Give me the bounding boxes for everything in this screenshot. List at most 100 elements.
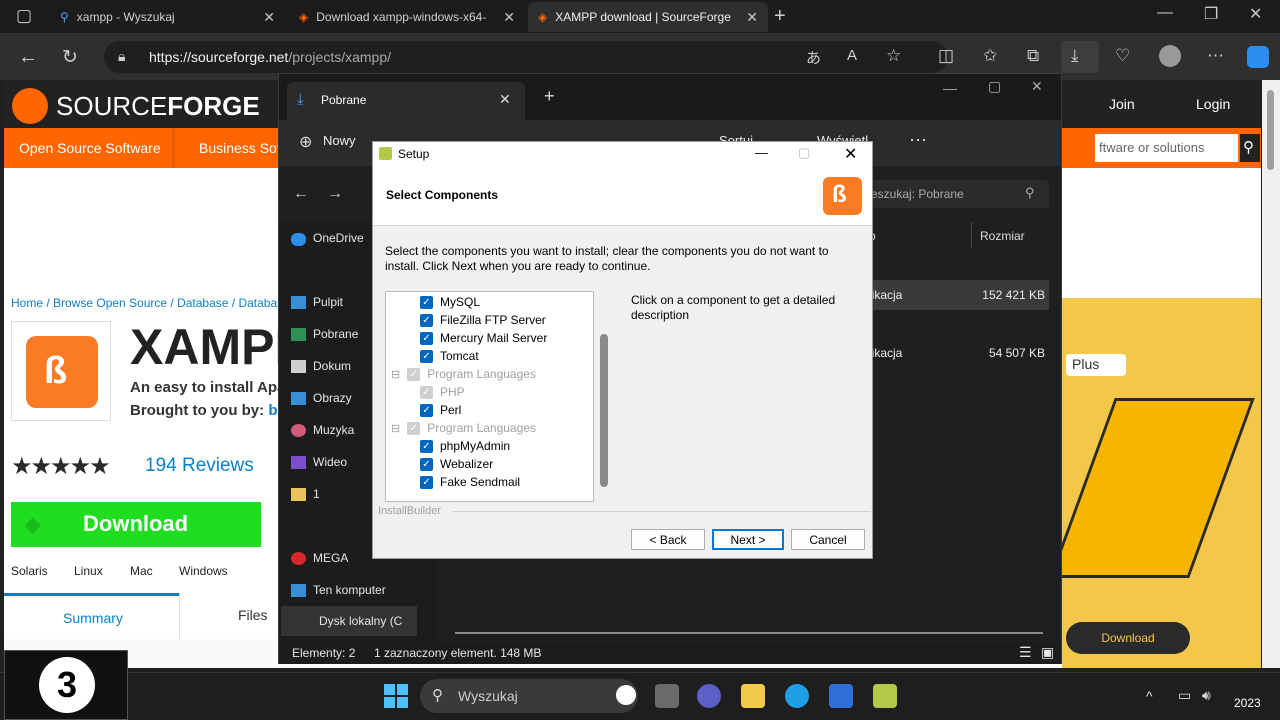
os-windows[interactable]: Windows: [179, 564, 228, 578]
component-checkbox[interactable]: ✓: [420, 349, 433, 363]
more-icon[interactable]: ⋯: [1207, 46, 1224, 66]
component-item[interactable]: ✓ Webalizer: [420, 455, 493, 473]
back-button[interactable]: < Back: [631, 529, 705, 550]
clock-year[interactable]: 2023: [1234, 696, 1261, 710]
maximize-icon[interactable]: ▢: [988, 78, 1001, 95]
browser-tab-3[interactable]: ◈ XAMPP download | SourceForge ✕: [528, 2, 768, 32]
collapse-icon[interactable]: ⊟: [391, 422, 400, 435]
component-item[interactable]: ⊟ ✓ Program Languages: [391, 419, 536, 437]
browser-tab-1[interactable]: ⚲ xampp - Wyszukaj ✕: [50, 2, 285, 32]
component-checkbox[interactable]: ✓: [420, 313, 433, 327]
component-item[interactable]: ✓ PHP: [420, 383, 465, 401]
download-button[interactable]: ◈ Download: [11, 502, 261, 547]
sidebar-item-muzyka[interactable]: Muzyka: [313, 423, 354, 437]
maximize-icon[interactable]: ❐: [1204, 4, 1218, 24]
download-icon[interactable]: ⤓: [1071, 46, 1079, 66]
reviews-link[interactable]: 194 Reviews: [145, 455, 254, 477]
sidebar-item-wideo[interactable]: Wideo: [313, 455, 347, 469]
teams-icon[interactable]: [697, 684, 721, 708]
task-view-icon[interactable]: [655, 684, 679, 708]
next-button[interactable]: Next >: [712, 529, 784, 550]
minimize-icon[interactable]: —: [755, 145, 768, 160]
volume-icon[interactable]: 🔊︎: [1202, 687, 1211, 704]
sourceforge-logo-text[interactable]: SOURCEFORGE: [56, 91, 260, 122]
browser-tab-2[interactable]: ◈ Download xampp-windows-x64- ✕: [289, 2, 525, 32]
refresh-icon[interactable]: ↻: [62, 46, 78, 69]
minimize-icon[interactable]: —: [943, 80, 957, 96]
explorer-tab-pobrane[interactable]: ⤓ Pobrane ✕: [287, 82, 525, 120]
minimize-icon[interactable]: —: [1157, 4, 1173, 22]
sidebar-item-onedrive[interactable]: OneDrive: [313, 231, 364, 245]
copilot-icon[interactable]: [1247, 46, 1269, 68]
component-checkbox[interactable]: ✓: [420, 403, 433, 417]
sidebar-item-ten-komputer[interactable]: Ten komputer: [313, 583, 386, 597]
store-icon[interactable]: [829, 684, 853, 708]
login-link[interactable]: Login: [1196, 96, 1230, 112]
advertisement[interactable]: Plus Download: [1062, 298, 1261, 668]
back-icon[interactable]: ←: [293, 185, 309, 203]
close-window-icon[interactable]: ✕: [1249, 4, 1262, 24]
component-item[interactable]: ✓ phpMyAdmin: [420, 437, 510, 455]
read-aloud-icon[interactable]: A: [847, 47, 857, 64]
sidebar-item-mega[interactable]: MEGA: [313, 551, 348, 565]
back-icon[interactable]: ←: [18, 46, 38, 69]
component-item[interactable]: ✓ Tomcat: [420, 347, 479, 365]
os-mac[interactable]: Mac: [130, 564, 153, 578]
url-text[interactable]: https://sourceforge.net/projects/xampp/: [149, 49, 391, 65]
sidebar-item-obrazy[interactable]: Obrazy: [313, 391, 352, 405]
tab-files[interactable]: Files: [179, 593, 284, 639]
component-item[interactable]: ⊟ ✓ Program Languages: [391, 365, 536, 383]
favorite-star-icon[interactable]: ☆: [886, 46, 901, 66]
page-scrollbar[interactable]: [1262, 80, 1280, 668]
sidebar-item-pobrane[interactable]: Pobrane: [313, 327, 358, 341]
tiles-view-icon[interactable]: ▣: [1041, 644, 1054, 661]
horizontal-scrollbar[interactable]: [455, 632, 1043, 634]
collapse-icon[interactable]: ⊟: [391, 368, 400, 381]
component-item[interactable]: ✓ Fake Sendmail: [420, 473, 520, 491]
new-tab-icon[interactable]: +: [774, 5, 786, 28]
sidebar-item-pulpit[interactable]: Pulpit: [313, 295, 343, 309]
component-checkbox[interactable]: ✓: [420, 457, 433, 471]
xampp-setup-taskbar-icon[interactable]: [873, 684, 897, 708]
heartbeat-icon[interactable]: ♡: [1115, 46, 1130, 66]
sourceforge-logo-icon[interactable]: [12, 88, 48, 124]
file-row-2[interactable]: likacja 54 507 KB: [863, 338, 1049, 368]
component-item[interactable]: ✓ Perl: [420, 401, 461, 419]
nav-open-source-software[interactable]: Open Source Software: [19, 140, 161, 156]
split-screen-icon[interactable]: ◫: [938, 46, 954, 66]
downloads-button[interactable]: [1061, 41, 1099, 73]
network-icon[interactable]: ▭: [1178, 687, 1191, 704]
chevron-up-icon[interactable]: ^: [1146, 688, 1153, 704]
os-solaris[interactable]: Solaris: [11, 564, 48, 578]
file-explorer-icon[interactable]: [741, 684, 765, 708]
component-item[interactable]: ✓ FileZilla FTP Server: [420, 311, 546, 329]
explorer-search-input[interactable]: eszukaj: Pobrane ⚲: [863, 180, 1049, 208]
sidebar-item-dokumenty[interactable]: Dokum: [313, 359, 351, 373]
new-icon[interactable]: ⊕: [299, 132, 312, 152]
close-icon[interactable]: ✕: [499, 91, 511, 108]
tab-actions-icon[interactable]: ▢: [16, 6, 32, 26]
component-item[interactable]: ✓ Mercury Mail Server: [420, 329, 547, 347]
translate-icon[interactable]: あ: [806, 47, 821, 68]
tab-summary[interactable]: Summary: [4, 593, 179, 639]
close-icon[interactable]: ✕: [503, 9, 515, 26]
join-link[interactable]: Join: [1109, 96, 1135, 112]
taskbar-search[interactable]: ⚲ Wyszukaj: [420, 679, 638, 713]
new-button[interactable]: Nowy: [323, 133, 356, 148]
edge-icon[interactable]: [785, 684, 809, 708]
profile-avatar[interactable]: [1159, 45, 1181, 67]
favorites-icon[interactable]: ✩: [983, 46, 997, 66]
component-checkbox[interactable]: ✓: [420, 475, 433, 489]
new-tab-icon[interactable]: +: [544, 86, 555, 107]
close-icon[interactable]: ✕: [844, 144, 857, 164]
lock-icon[interactable]: 🔒︎: [118, 48, 125, 65]
cancel-button[interactable]: Cancel: [791, 529, 865, 550]
component-checkbox[interactable]: ✓: [420, 331, 433, 345]
nav-business-software[interactable]: Business Sof: [199, 140, 281, 156]
components-tree[interactable]: ✓ MySQL ✓ FileZilla FTP Server ✓ Mercury Mail…: [385, 291, 594, 502]
column-size[interactable]: Rozmiar: [980, 229, 1025, 243]
forward-icon[interactable]: →: [327, 185, 343, 203]
start-windows-icon[interactable]: [384, 684, 408, 708]
os-linux[interactable]: Linux: [74, 564, 103, 578]
sf-search-input[interactable]: ftware or solutions: [1095, 134, 1238, 162]
